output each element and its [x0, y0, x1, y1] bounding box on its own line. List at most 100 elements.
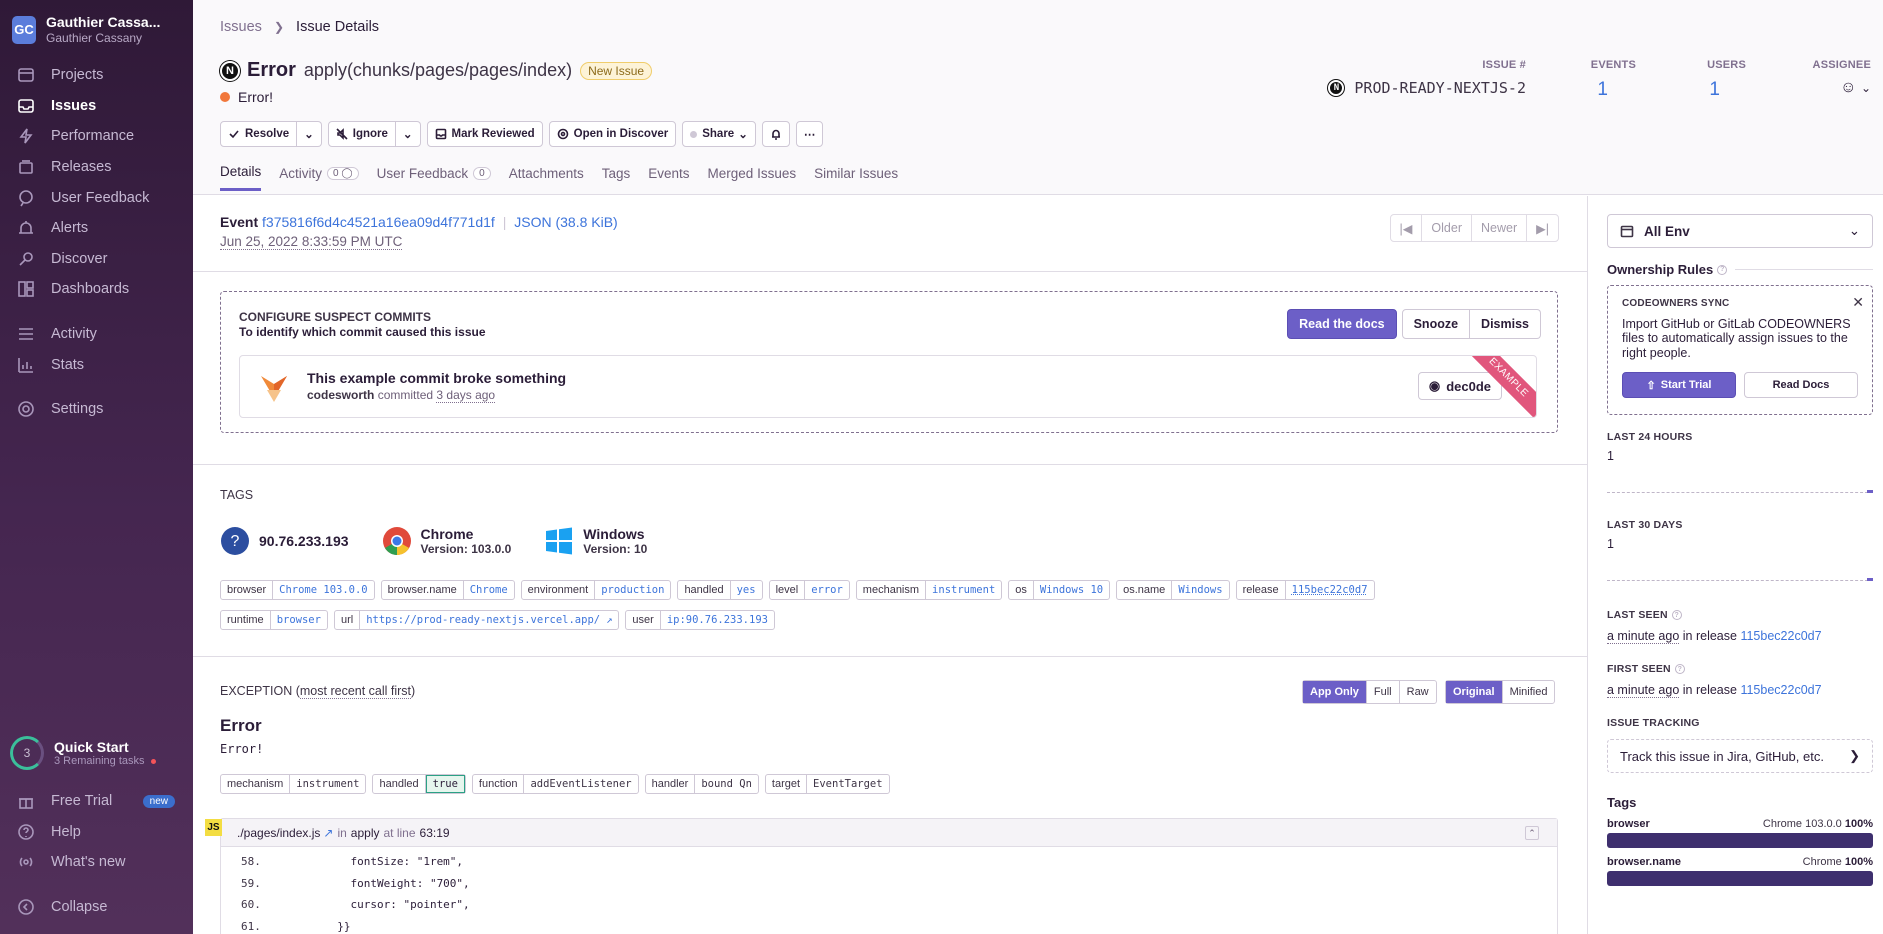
tag-pill[interactable]: user ip:90.76.233.193: [625, 610, 775, 630]
tag-pill[interactable]: os.name Windows: [1116, 580, 1230, 600]
tag-distribution[interactable]: browser Chrome 103.0.0 100%: [1607, 818, 1873, 848]
tag-pill[interactable]: runtime browser: [220, 610, 328, 630]
org-switcher[interactable]: GC Gauthier Cassa... Gauthier Cassany: [0, 0, 193, 45]
sidebar-item-user-feedback[interactable]: User Feedback: [0, 182, 193, 213]
sidebar-item-help[interactable]: Help: [0, 817, 193, 848]
code-line: 60. cursor: "pointer",: [221, 898, 1557, 920]
newer-event-button[interactable]: Newer: [1472, 215, 1528, 241]
help-icon[interactable]: ?: [1671, 610, 1682, 621]
resolve-dropdown[interactable]: ⌄: [297, 121, 322, 147]
sidebar-item-whats-new[interactable]: What's new: [0, 847, 193, 878]
tag-pill[interactable]: url https://prod-ready-nextjs.vercel.app/…: [333, 610, 620, 630]
users-label: USERS: [1707, 59, 1746, 71]
issue-id-stat: ISSUE # N PROD-READY-NEXTJS-2: [1316, 59, 1526, 101]
frame-at-label: at line: [383, 825, 416, 840]
dismiss-button[interactable]: Dismiss: [1470, 309, 1541, 339]
environment-selector[interactable]: All Env ⌄: [1607, 214, 1873, 248]
older-event-button[interactable]: Older: [1422, 215, 1472, 241]
tab-tags[interactable]: Tags: [602, 164, 631, 191]
tab-merged-issues[interactable]: Merged Issues: [708, 164, 797, 191]
sidebar-item-performance[interactable]: Performance: [0, 121, 193, 152]
line-text: }}: [271, 919, 351, 933]
tag-value: yes: [736, 584, 756, 596]
tag-pill[interactable]: environment production: [520, 580, 672, 600]
users-count[interactable]: 1: [1636, 79, 1720, 101]
tag-key: mechanism: [857, 581, 927, 599]
tag-pill[interactable]: handled yes: [677, 580, 763, 600]
first-event-button[interactable]: |◀: [1391, 215, 1423, 241]
read-docs-button[interactable]: Read Docs: [1744, 372, 1858, 399]
tab-user-feedback[interactable]: User Feedback 0: [377, 164, 491, 191]
sidebar-item-issues[interactable]: Issues: [0, 91, 193, 122]
sidebar-item-discover[interactable]: Discover: [0, 244, 193, 275]
ignore-button[interactable]: Ignore: [327, 121, 396, 147]
commit-sha-button[interactable]: ◉ dec0de: [1417, 372, 1502, 400]
stack-frame-header[interactable]: ./pages/index.js ↗ in apply at line 63:1…: [221, 819, 1557, 847]
sidebar-item-stats[interactable]: Stats: [0, 349, 193, 380]
tab-activity[interactable]: Activity 0 ◯: [279, 164, 359, 191]
read-docs-button[interactable]: Read the docs: [1287, 309, 1397, 339]
sidebar-item-alerts[interactable]: Alerts: [0, 213, 193, 244]
sidebar-item-settings[interactable]: Settings: [0, 394, 193, 425]
track-issue-button[interactable]: Track this issue in Jira, GitHub, etc. ❯: [1607, 739, 1873, 773]
events-count[interactable]: 1: [1526, 79, 1608, 101]
event-json-link[interactable]: JSON (38.8 KiB): [514, 214, 617, 230]
external-link-icon[interactable]: ↗: [323, 826, 333, 840]
help-icon[interactable]: ?: [1717, 264, 1728, 275]
tab-similar-issues[interactable]: Similar Issues: [814, 164, 898, 191]
discover-icon: [557, 128, 568, 140]
tag-pill[interactable]: os Windows 10: [1008, 580, 1111, 600]
tab-events[interactable]: Events: [648, 164, 689, 191]
tag-pill[interactable]: level error: [768, 580, 850, 600]
external-link-icon[interactable]: ↗: [606, 611, 618, 629]
assignee-selector[interactable]: ☺ ⌄: [1746, 79, 1871, 97]
resolve-button[interactable]: Resolve: [220, 121, 298, 147]
open-discover-button[interactable]: Open in Discover: [548, 121, 677, 147]
latest-event-button[interactable]: ▶|: [1527, 215, 1558, 241]
mechanism-key: target: [766, 775, 808, 793]
chevron-up-icon[interactable]: ⌃: [1525, 826, 1539, 840]
sidebar-item-releases[interactable]: Releases: [0, 152, 193, 183]
last-seen-heading: LAST SEEN?: [1607, 609, 1873, 621]
start-trial-button[interactable]: ⇧ Start Trial: [1622, 372, 1736, 399]
raw-button[interactable]: Raw: [1400, 681, 1436, 703]
tag-pill[interactable]: browser Chrome 103.0.0: [220, 580, 375, 600]
issue-short-id[interactable]: PROD-READY-NEXTJS-2: [1354, 79, 1526, 97]
quick-start[interactable]: 3 Quick Start 3 Remaining tasks: [10, 736, 156, 770]
event-id-link[interactable]: f375816f6d4c4521a16ea09d4f771d1f: [262, 214, 495, 230]
tag-pill[interactable]: browser.name Chrome: [380, 580, 515, 600]
share-button[interactable]: Share ⌄: [682, 121, 756, 147]
more-actions-button[interactable]: ⋯: [795, 121, 824, 147]
sidebar-item-dashboards[interactable]: Dashboards: [0, 274, 193, 305]
breadcrumb-issues[interactable]: Issues: [220, 19, 262, 35]
tag-key: browser: [1607, 818, 1650, 830]
sidebar-item-projects[interactable]: Projects: [0, 60, 193, 91]
sidebar-collapse[interactable]: Collapse: [0, 892, 193, 923]
ignore-dropdown[interactable]: ⌄: [395, 121, 421, 147]
dashboards-icon: [18, 281, 34, 298]
original-button[interactable]: Original: [1446, 681, 1503, 703]
sidebar-item-activity[interactable]: Activity: [0, 319, 193, 350]
minified-button[interactable]: Minified: [1503, 681, 1555, 703]
tag-pill[interactable]: release 115bec22c0d7: [1235, 580, 1375, 600]
divider: |: [502, 214, 507, 230]
call-order-toggle[interactable]: most recent call first: [299, 684, 412, 699]
app-only-button[interactable]: App Only: [1303, 681, 1367, 703]
tab-details[interactable]: Details: [220, 164, 262, 191]
last-30-days-graph[interactable]: [1607, 565, 1873, 581]
mechanism-value: bound Qn: [701, 778, 752, 790]
tag-pill[interactable]: mechanism instrument: [855, 580, 1003, 600]
tag-distribution[interactable]: browser.name Chrome 100%: [1607, 856, 1873, 886]
last-seen-release-link[interactable]: 115bec22c0d7: [1740, 629, 1821, 643]
last-24-hours-graph[interactable]: [1607, 477, 1873, 493]
full-button[interactable]: Full: [1367, 681, 1400, 703]
tag-key: environment: [522, 581, 596, 599]
close-icon[interactable]: ✕: [1852, 294, 1864, 311]
subscribe-button[interactable]: [761, 121, 790, 147]
snooze-button[interactable]: Snooze: [1401, 309, 1471, 339]
sidebar-item-free-trial[interactable]: Free Trial new: [0, 786, 193, 817]
help-icon[interactable]: ?: [1674, 664, 1685, 675]
mark-reviewed-button[interactable]: Mark Reviewed: [426, 121, 543, 147]
first-seen-release-link[interactable]: 115bec22c0d7: [1740, 683, 1821, 697]
tab-attachments[interactable]: Attachments: [509, 164, 584, 191]
